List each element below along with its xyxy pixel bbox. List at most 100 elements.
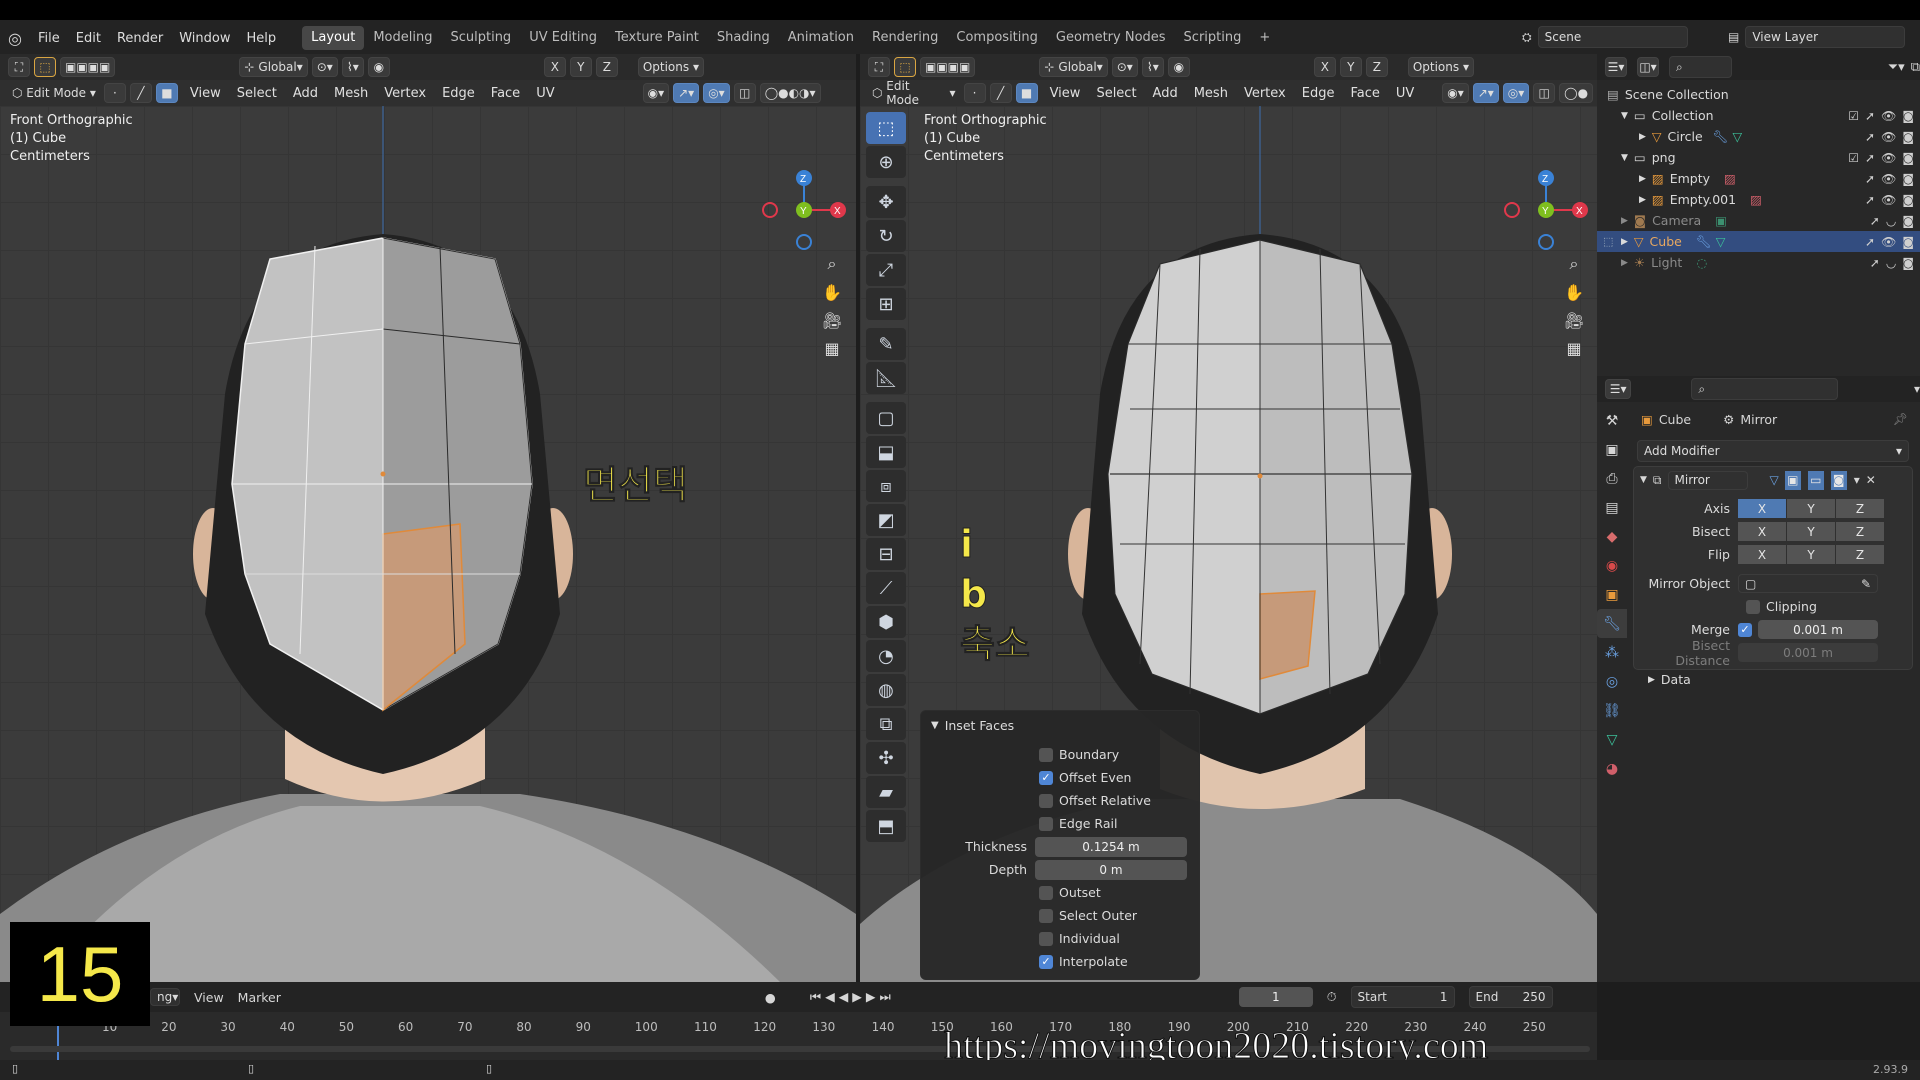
particles-tab-icon[interactable]: ⁂ [1597, 638, 1627, 667]
zoom-icon[interactable]: ⌕ [1560, 250, 1588, 278]
expand-arrow-icon[interactable]: ▶ [1639, 195, 1646, 205]
edge-rail-checkbox[interactable]: Edge Rail [1039, 812, 1199, 835]
add-workspace-button[interactable]: + [1250, 26, 1279, 50]
camera-icon[interactable]: ◙ [1902, 151, 1914, 165]
tab-sculpting[interactable]: Sculpting [441, 26, 520, 50]
editor-type-icon[interactable]: ☰▾ [1605, 57, 1627, 77]
mirror-object-field[interactable]: ▢ ✎ [1738, 574, 1878, 593]
timeline-view-menu[interactable]: View [194, 990, 224, 1005]
edit-mode-icon[interactable]: ⬚ [1603, 235, 1613, 248]
shear-tool-icon[interactable]: ▰ [866, 776, 906, 808]
measure-tool-icon[interactable]: 📐︎ [866, 362, 906, 394]
axis-y-toggle[interactable]: Y [1787, 499, 1835, 518]
exclude-checkbox-icon[interactable]: ☑ [1848, 109, 1859, 123]
properties-search[interactable]: ⌕ [1691, 378, 1838, 400]
expand-arrow-icon[interactable]: ▼ [1621, 111, 1628, 121]
inset-panel-header[interactable]: ▼ Inset Faces [921, 711, 1199, 739]
clipping-checkbox[interactable]: Clipping [1634, 595, 1912, 618]
view-layer-field[interactable]: View Layer [1745, 26, 1906, 48]
menu-window[interactable]: Window [171, 31, 238, 46]
spin-tool-icon[interactable]: ◔ [866, 640, 906, 672]
select-arrow-icon[interactable]: ➚ [1865, 193, 1875, 207]
timeline-marker-menu[interactable]: Marker [238, 990, 281, 1005]
pin-icon[interactable]: 📌︎ [1893, 412, 1908, 426]
bisect-distance-field[interactable]: 0.001 m [1738, 643, 1878, 662]
tab-layout[interactable]: Layout [302, 26, 365, 50]
axis-z-toggle[interactable]: Z [1836, 499, 1884, 518]
mesh-data-tab-icon[interactable]: ▽ [1597, 725, 1627, 754]
transform-tool-icon[interactable]: ⊞ [866, 288, 906, 320]
end-frame-field[interactable]: End 250 [1468, 986, 1553, 1008]
editmode-toggle-icon[interactable]: ▣ [1784, 470, 1801, 490]
tab-geometry-nodes[interactable]: Geometry Nodes [1047, 26, 1175, 50]
render-tab-icon[interactable]: ▣ [1597, 435, 1627, 464]
inset-faces-panel[interactable]: ▼ Inset Faces Boundary ✓ Offset Even Offs… [920, 710, 1200, 980]
scene-tab-icon[interactable]: ◆ [1597, 522, 1627, 551]
expand-arrow-icon[interactable]: ▼ [1621, 153, 1628, 163]
outliner-item[interactable]: ▶ ▨ Empty ▨ ➚ 👁︎ ◙ [1597, 168, 1920, 189]
outliner-item-selected[interactable]: ⬚ ▶ ▽ Cube 🔧︎ ▽ ➚ 👁︎ ◙ [1597, 231, 1920, 252]
nav-gizmo[interactable]: Z X Y [1502, 164, 1592, 254]
add-cube-tool-icon[interactable]: ▢ [866, 402, 906, 434]
interpolate-checkbox[interactable]: ✓ Interpolate [1039, 950, 1199, 973]
add-modifier-dropdown[interactable]: Add Modifier ▾ [1637, 440, 1909, 462]
modifier-name-field[interactable]: Mirror [1667, 470, 1748, 490]
playback-dropdown[interactable]: ng ▾ [150, 988, 180, 1006]
expand-arrow-icon[interactable]: ▶ [1639, 174, 1646, 184]
tab-scripting[interactable]: Scripting [1175, 26, 1251, 50]
outliner-item[interactable]: ▶ ☀ Light ◌ ➚ ◡ ◙ [1597, 252, 1920, 273]
camera-icon[interactable]: ◙ [1902, 172, 1914, 186]
constraints-tab-icon[interactable]: ⛓ [1597, 696, 1627, 725]
outliner-item[interactable]: ▼ ▭ Collection ☑ ➚ 👁︎ ◙ [1597, 105, 1920, 126]
select-arrow-icon[interactable]: ➚ [1865, 109, 1875, 123]
select-outer-checkbox[interactable]: Select Outer [1039, 904, 1199, 927]
select-arrow-icon[interactable]: ➚ [1870, 214, 1880, 228]
eye-closed-icon[interactable]: ◡ [1886, 256, 1896, 270]
flip-y-toggle[interactable]: Y [1787, 545, 1835, 564]
eye-closed-icon[interactable]: ◡ [1886, 214, 1896, 228]
bisect-y-toggle[interactable]: Y [1787, 522, 1835, 541]
eye-icon[interactable]: 👁︎ [1881, 172, 1896, 186]
edge-slide-tool-icon[interactable]: ⧉ [866, 708, 906, 740]
eye-icon[interactable]: 👁︎ [1881, 193, 1896, 207]
offset-relative-checkbox[interactable]: Offset Relative [1039, 789, 1199, 812]
select-tool-icon[interactable]: ⬚ [866, 112, 906, 144]
menu-file[interactable]: File [30, 31, 68, 46]
camera-view-icon[interactable]: 🎥︎ [1560, 306, 1588, 334]
offset-even-checkbox[interactable]: ✓ Offset Even [1039, 766, 1199, 789]
individual-checkbox[interactable]: Individual [1039, 927, 1199, 950]
exclude-checkbox-icon[interactable]: ☑ [1848, 151, 1859, 165]
outliner-item[interactable]: ▶ ◙ Camera ▣ ➚ ◡ ◙ [1597, 210, 1920, 231]
eye-icon[interactable]: 👁︎ [1881, 235, 1896, 249]
blender-logo-icon[interactable]: ◎ [0, 29, 30, 48]
options-chevron-icon[interactable]: ▾ [1914, 382, 1920, 396]
tab-modeling[interactable]: Modeling [364, 26, 441, 50]
boundary-checkbox[interactable]: Boundary [1039, 743, 1199, 766]
left-viewport[interactable]: ⛶ ⬚ ▣▣▣▣ ⊹ Global ▾ ⊙▾ ⌇▾ ◉ X Y Z Option… [0, 54, 856, 982]
tool-tab-icon[interactable]: ⚒ [1597, 406, 1627, 435]
menu-edit[interactable]: Edit [68, 31, 109, 46]
output-tab-icon[interactable]: ⎙ [1597, 464, 1627, 493]
merge-distance-field[interactable]: 0.001 m [1758, 620, 1878, 639]
smooth-tool-icon[interactable]: ◍ [866, 674, 906, 706]
start-frame-field[interactable]: Start 1 [1350, 986, 1455, 1008]
expand-arrow-icon[interactable]: ▶ [1621, 258, 1628, 268]
eye-icon[interactable]: 👁︎ [1881, 151, 1896, 165]
flip-z-toggle[interactable]: Z [1836, 545, 1884, 564]
modifier-tab-icon[interactable]: 🔧︎ [1597, 609, 1627, 638]
cursor-tool-icon[interactable]: ⊕ [866, 146, 906, 178]
select-arrow-icon[interactable]: ➚ [1865, 130, 1875, 144]
outset-checkbox[interactable]: Outset [1039, 881, 1199, 904]
outliner-item[interactable]: ▶ ▽ Circle 🔧︎ ▽ ➚ 👁︎ ◙ [1597, 126, 1920, 147]
expand-arrow-icon[interactable]: ▶ [1621, 237, 1628, 247]
eye-icon[interactable]: 👁︎ [1881, 109, 1896, 123]
filter-icon[interactable]: ⏷▾ [1888, 60, 1905, 75]
tab-rendering[interactable]: Rendering [863, 26, 947, 50]
collapse-arrow-icon[interactable]: ▼ [1640, 475, 1647, 485]
bisect-x-toggle[interactable]: X [1738, 522, 1786, 541]
menu-render[interactable]: Render [109, 31, 171, 46]
thickness-field[interactable]: 0.1254 m [1035, 836, 1187, 857]
select-arrow-icon[interactable]: ➚ [1870, 256, 1880, 270]
eyedropper-icon[interactable]: ✎ [1861, 577, 1871, 591]
bisect-z-toggle[interactable]: Z [1836, 522, 1884, 541]
